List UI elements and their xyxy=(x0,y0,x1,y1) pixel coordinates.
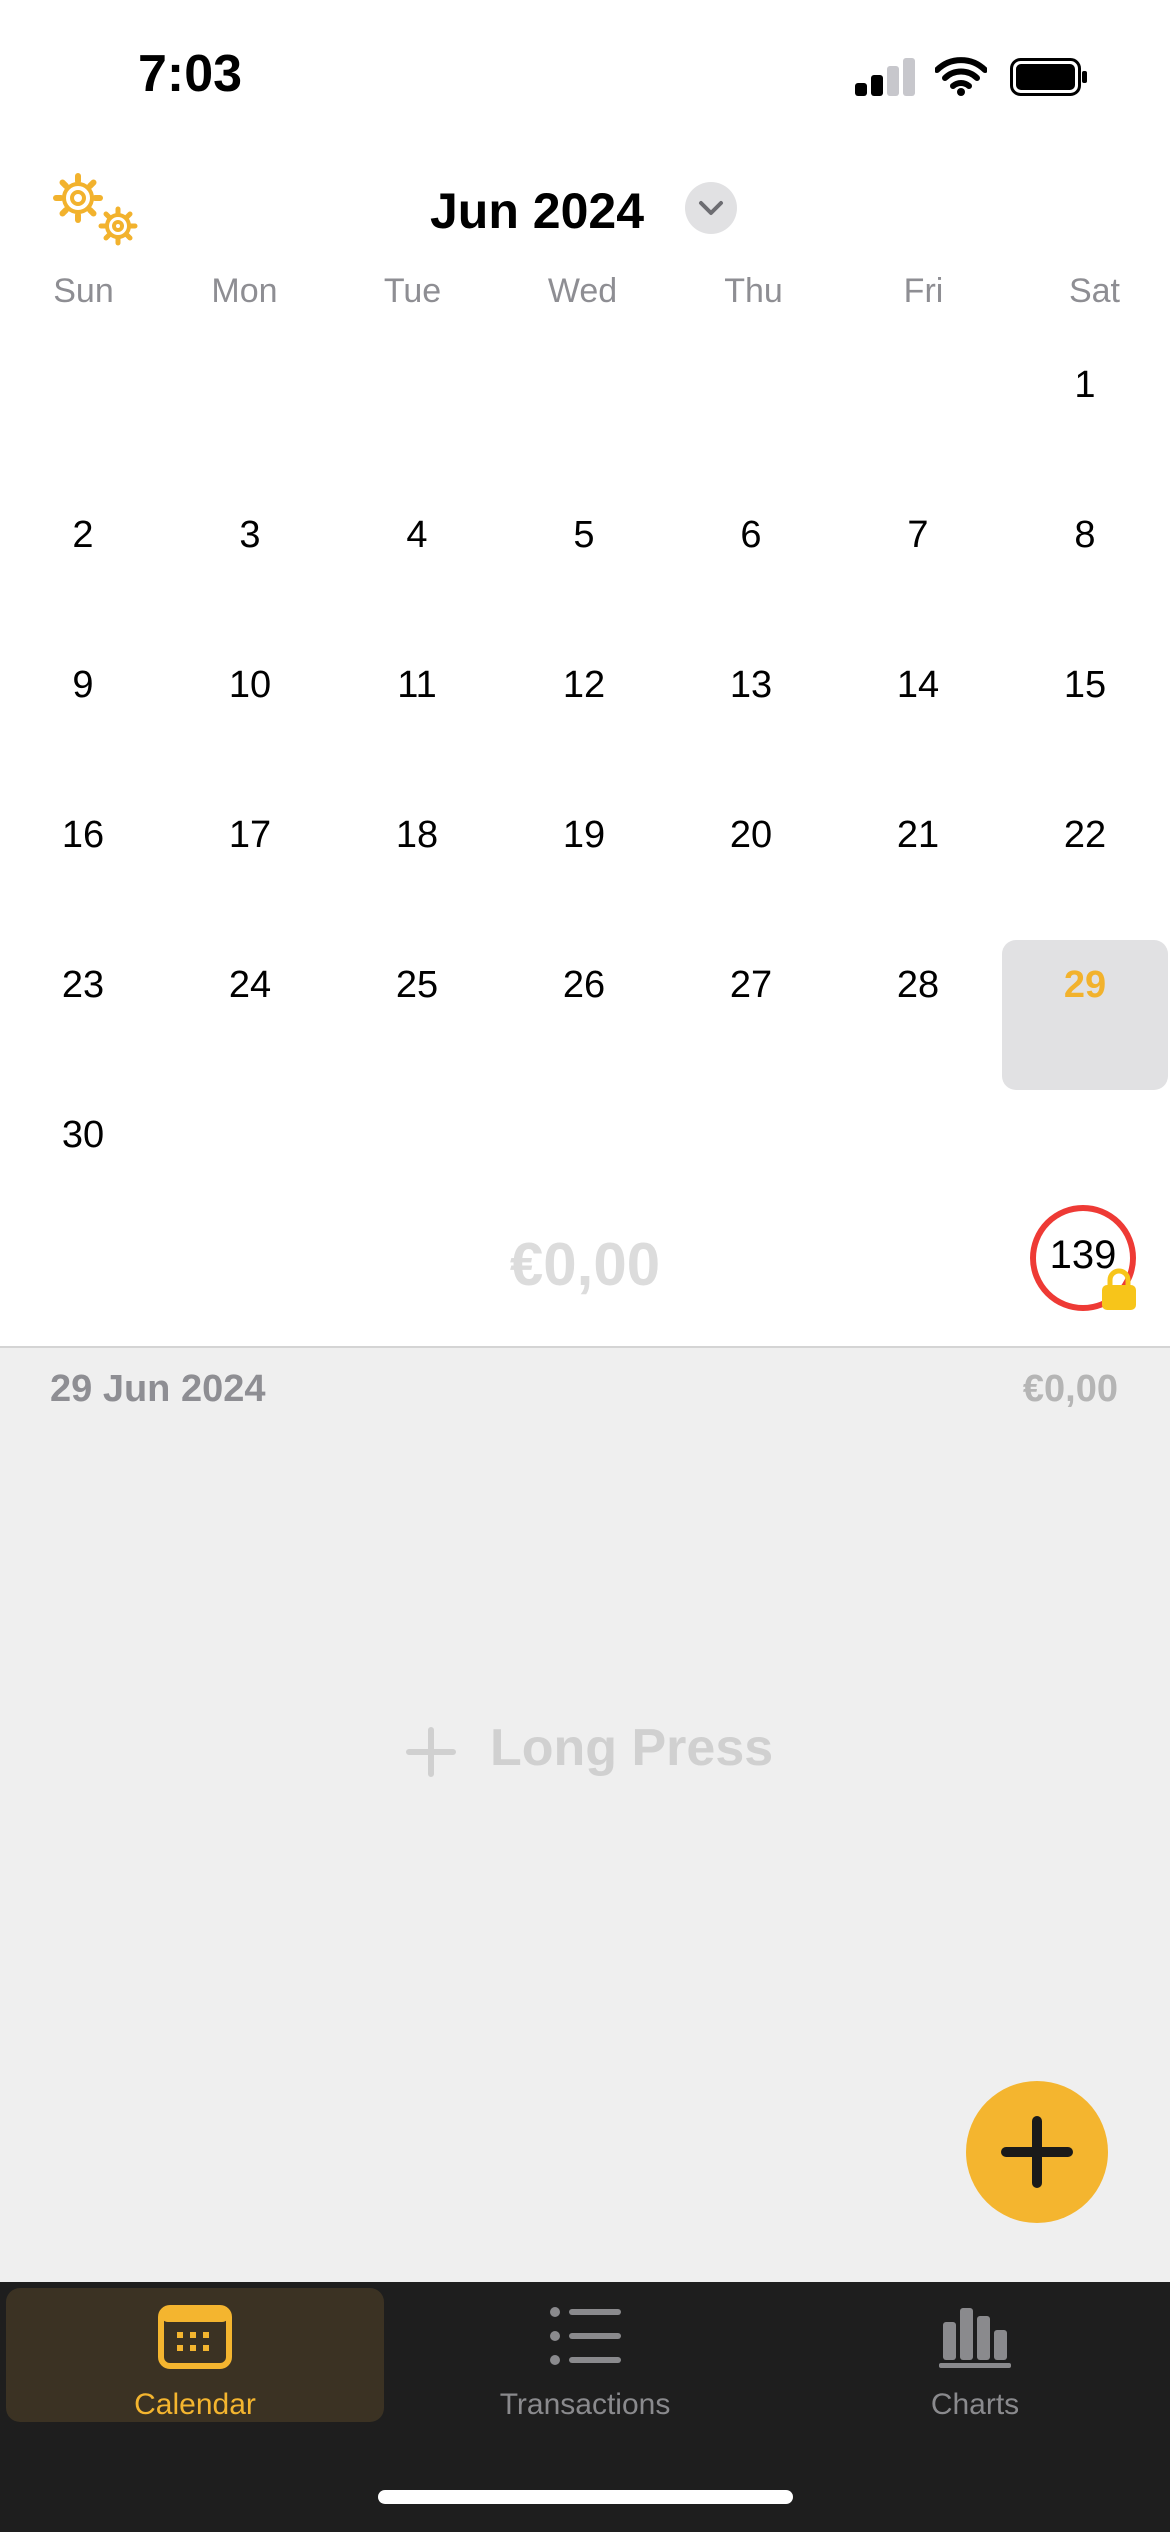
day-number: 2 xyxy=(72,514,94,556)
day-number: 5 xyxy=(573,514,595,556)
calendar-day[interactable]: 26 xyxy=(501,940,667,1090)
battery-icon xyxy=(1010,58,1087,96)
month-total-amount: €0,00 xyxy=(509,1231,661,1298)
calendar-day[interactable]: 24 xyxy=(167,940,333,1090)
day-number: 12 xyxy=(562,664,606,706)
day-number: 24 xyxy=(228,964,272,1006)
day-number: 7 xyxy=(907,514,929,556)
day-number: 16 xyxy=(61,814,105,856)
weekday-label: Wed xyxy=(547,272,618,310)
settings-gears-icon[interactable] xyxy=(50,170,145,250)
weekday-label: Tue xyxy=(383,272,442,310)
day-number: 19 xyxy=(562,814,606,856)
calendar-day[interactable]: 7 xyxy=(835,490,1001,640)
calendar-day[interactable]: 27 xyxy=(668,940,834,1090)
calendar-icon xyxy=(158,2305,232,2369)
day-detail-panel: 29 Jun 2024 €0,00 Long Press xyxy=(0,1348,1170,2282)
weekday-label: Thu xyxy=(724,272,783,310)
status-bar: 7:03 xyxy=(0,0,1170,150)
home-indicator[interactable] xyxy=(378,2490,793,2504)
header: Jun 2024 xyxy=(0,160,1170,260)
calendar-day[interactable]: 11 xyxy=(334,640,500,790)
wifi-icon xyxy=(935,57,987,96)
calendar-day[interactable]: 15 xyxy=(1002,640,1168,790)
cellular-signal-icon xyxy=(855,58,915,96)
day-number: 20 xyxy=(729,814,773,856)
chevron-down-icon xyxy=(699,201,723,215)
day-number: 11 xyxy=(397,664,437,706)
tab-charts[interactable]: Charts xyxy=(786,2288,1164,2422)
day-number: 30 xyxy=(61,1114,105,1156)
day-number: 3 xyxy=(239,514,261,556)
calendar-day[interactable]: 6 xyxy=(668,490,834,640)
calendar-day[interactable]: 13 xyxy=(668,640,834,790)
bar-chart-icon xyxy=(939,2308,1011,2368)
calendar-day[interactable]: 17 xyxy=(167,790,333,940)
calendar-day[interactable]: 22 xyxy=(1002,790,1168,940)
tab-transactions[interactable]: Transactions xyxy=(396,2288,774,2422)
calendar-day[interactable]: 18 xyxy=(334,790,500,940)
long-press-label: Long Press xyxy=(490,1719,774,1777)
lock-icon xyxy=(1102,1268,1136,1310)
calendar-day[interactable]: 10 xyxy=(167,640,333,790)
day-number: 21 xyxy=(896,814,940,856)
day-number: 8 xyxy=(1074,514,1096,556)
calendar-day[interactable]: 21 xyxy=(835,790,1001,940)
weekday-label: Fri xyxy=(903,272,944,310)
list-icon xyxy=(550,2307,621,2365)
day-number: 15 xyxy=(1063,664,1107,706)
month-title[interactable]: Jun 2024 xyxy=(430,182,644,240)
calendar-day[interactable]: 20 xyxy=(668,790,834,940)
day-number: 27 xyxy=(729,964,773,1006)
calendar-day[interactable]: 8 xyxy=(1002,490,1168,640)
day-number: 13 xyxy=(729,664,773,706)
day-number: 22 xyxy=(1063,814,1107,856)
calendar-day[interactable]: 16 xyxy=(0,790,166,940)
day-number: 9 xyxy=(72,664,94,706)
calendar-day[interactable]: 9 xyxy=(0,640,166,790)
calendar-day[interactable]: 5 xyxy=(501,490,667,640)
calendar-day[interactable]: 19 xyxy=(501,790,667,940)
selected-date-label: 29 Jun 2024 xyxy=(50,1368,266,1410)
calendar-day[interactable]: 1 xyxy=(1002,340,1168,490)
weekday-label: Sun xyxy=(53,272,114,310)
tab-label: Transactions xyxy=(499,2388,671,2421)
day-number: 26 xyxy=(562,964,606,1006)
day-number: 29 xyxy=(1063,964,1107,1006)
day-number: 28 xyxy=(896,964,940,1006)
day-number: 10 xyxy=(228,664,272,706)
weekday-label: Mon xyxy=(211,272,278,310)
day-number: 4 xyxy=(406,514,428,556)
day-number: 25 xyxy=(395,964,439,1006)
calendar-day[interactable]: 12 xyxy=(501,640,667,790)
weekday-label: Sat xyxy=(1068,272,1121,310)
calendar-day[interactable]: 3 xyxy=(167,490,333,640)
day-number: 18 xyxy=(395,814,439,856)
calendar-grid: 1 2 3 4 5 6 7 8 9 10 11 12 13 14 15 16 1… xyxy=(0,340,1170,1156)
day-number: 6 xyxy=(740,514,762,556)
calendar-day[interactable]: 23 xyxy=(0,940,166,1090)
day-number: 14 xyxy=(896,664,940,706)
calendar-day[interactable]: 25 xyxy=(334,940,500,1090)
weekday-header: Sun Mon Tue Wed Thu Fri Sat xyxy=(0,272,1170,322)
add-transaction-button[interactable] xyxy=(966,2081,1108,2223)
calendar-day[interactable]: 2 xyxy=(0,490,166,640)
plus-icon xyxy=(1001,2116,1073,2188)
plus-icon xyxy=(406,1727,456,1777)
status-time: 7:03 xyxy=(138,45,243,103)
premium-counter-badge[interactable]: 139 xyxy=(1030,1205,1136,1311)
day-number: 23 xyxy=(61,964,105,1006)
calendar-day[interactable]: 4 xyxy=(334,490,500,640)
selected-day-amount: €0,00 xyxy=(1022,1368,1118,1410)
calendar-day[interactable]: 30 xyxy=(0,1090,166,1240)
day-number: 17 xyxy=(228,814,272,856)
tab-calendar[interactable]: Calendar xyxy=(6,2288,384,2422)
month-picker-button[interactable] xyxy=(685,182,737,234)
tab-label: Charts xyxy=(930,2388,1020,2421)
tab-label: Calendar xyxy=(134,2388,256,2421)
calendar-day[interactable]: 28 xyxy=(835,940,1001,1090)
day-number: 1 xyxy=(1074,364,1096,406)
calendar-day[interactable]: 14 xyxy=(835,640,1001,790)
calendar-day-selected[interactable]: 29 xyxy=(1002,940,1168,1090)
